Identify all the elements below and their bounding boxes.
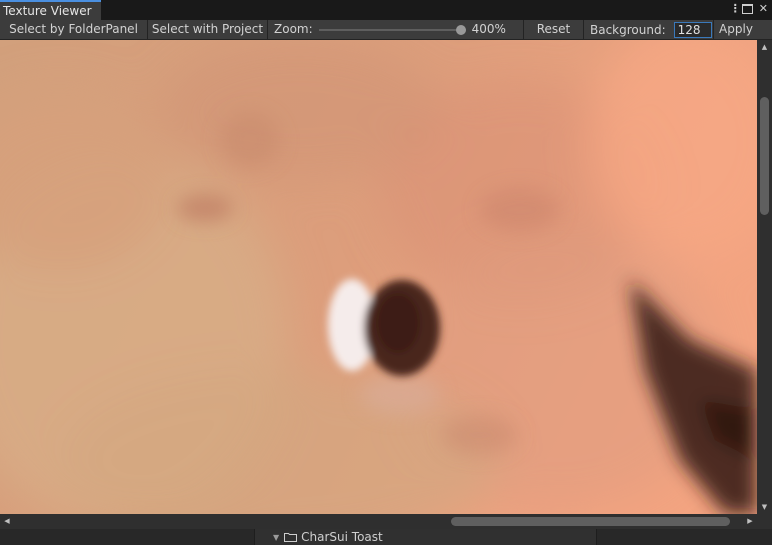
eye-shape bbox=[328, 279, 440, 376]
scrollbar-corner bbox=[757, 514, 772, 529]
zoom-slider[interactable] bbox=[318, 20, 466, 39]
select-with-project-button[interactable]: Select with Project bbox=[148, 20, 268, 39]
vertical-scroll-thumb[interactable] bbox=[760, 96, 769, 215]
zoom-value: 400% bbox=[471, 22, 506, 36]
triangle-down-icon[interactable]: ▼ bbox=[273, 533, 279, 542]
texture-viewport[interactable] bbox=[0, 40, 757, 514]
folder-name[interactable]: CharSui Toast bbox=[301, 530, 383, 544]
apply-button[interactable]: Apply bbox=[714, 20, 758, 39]
folder-icon bbox=[284, 533, 298, 542]
window-controls: ⋮ ✕ bbox=[730, 2, 768, 16]
tab-bar: Texture Viewer ⋮ ✕ bbox=[0, 0, 772, 20]
scroll-left-arrow-icon[interactable]: ◀ bbox=[0, 514, 14, 529]
scroll-down-arrow-icon[interactable]: ▼ bbox=[757, 500, 772, 514]
background-label: Background: bbox=[590, 22, 666, 37]
bottom-bar: ▼ CharSui Toast bbox=[0, 529, 772, 545]
tab-title: Texture Viewer bbox=[3, 4, 92, 18]
maximize-icon[interactable] bbox=[741, 4, 753, 14]
toolbar: Select by FolderPanel Select with Projec… bbox=[0, 20, 772, 40]
select-by-folderpanel-button[interactable]: Select by FolderPanel bbox=[0, 20, 148, 39]
folder-panel: ▼ CharSui Toast bbox=[254, 529, 597, 545]
zoom-slider-track bbox=[318, 29, 466, 31]
vertical-scrollbar[interactable]: ▲ ▼ bbox=[757, 40, 772, 514]
zoom-slider-thumb[interactable] bbox=[455, 25, 466, 35]
zoom-control: Zoom: 400% bbox=[268, 20, 524, 39]
tab-texture-viewer[interactable]: Texture Viewer bbox=[0, 0, 101, 20]
zoom-label: Zoom: bbox=[274, 22, 313, 36]
reset-button[interactable]: Reset bbox=[524, 20, 584, 39]
horizontal-scrollbar[interactable]: ◀ ▶ bbox=[0, 514, 757, 529]
kebab-menu-icon[interactable]: ⋮ bbox=[730, 2, 741, 16]
scroll-right-arrow-icon[interactable]: ▶ bbox=[743, 514, 757, 529]
scroll-up-arrow-icon[interactable]: ▲ bbox=[757, 40, 772, 54]
zoomed-texture-image bbox=[0, 40, 757, 514]
background-control: Background: bbox=[584, 20, 714, 39]
close-icon[interactable]: ✕ bbox=[759, 2, 768, 16]
background-value-input[interactable] bbox=[673, 21, 712, 38]
horizontal-scroll-thumb[interactable] bbox=[450, 517, 730, 526]
